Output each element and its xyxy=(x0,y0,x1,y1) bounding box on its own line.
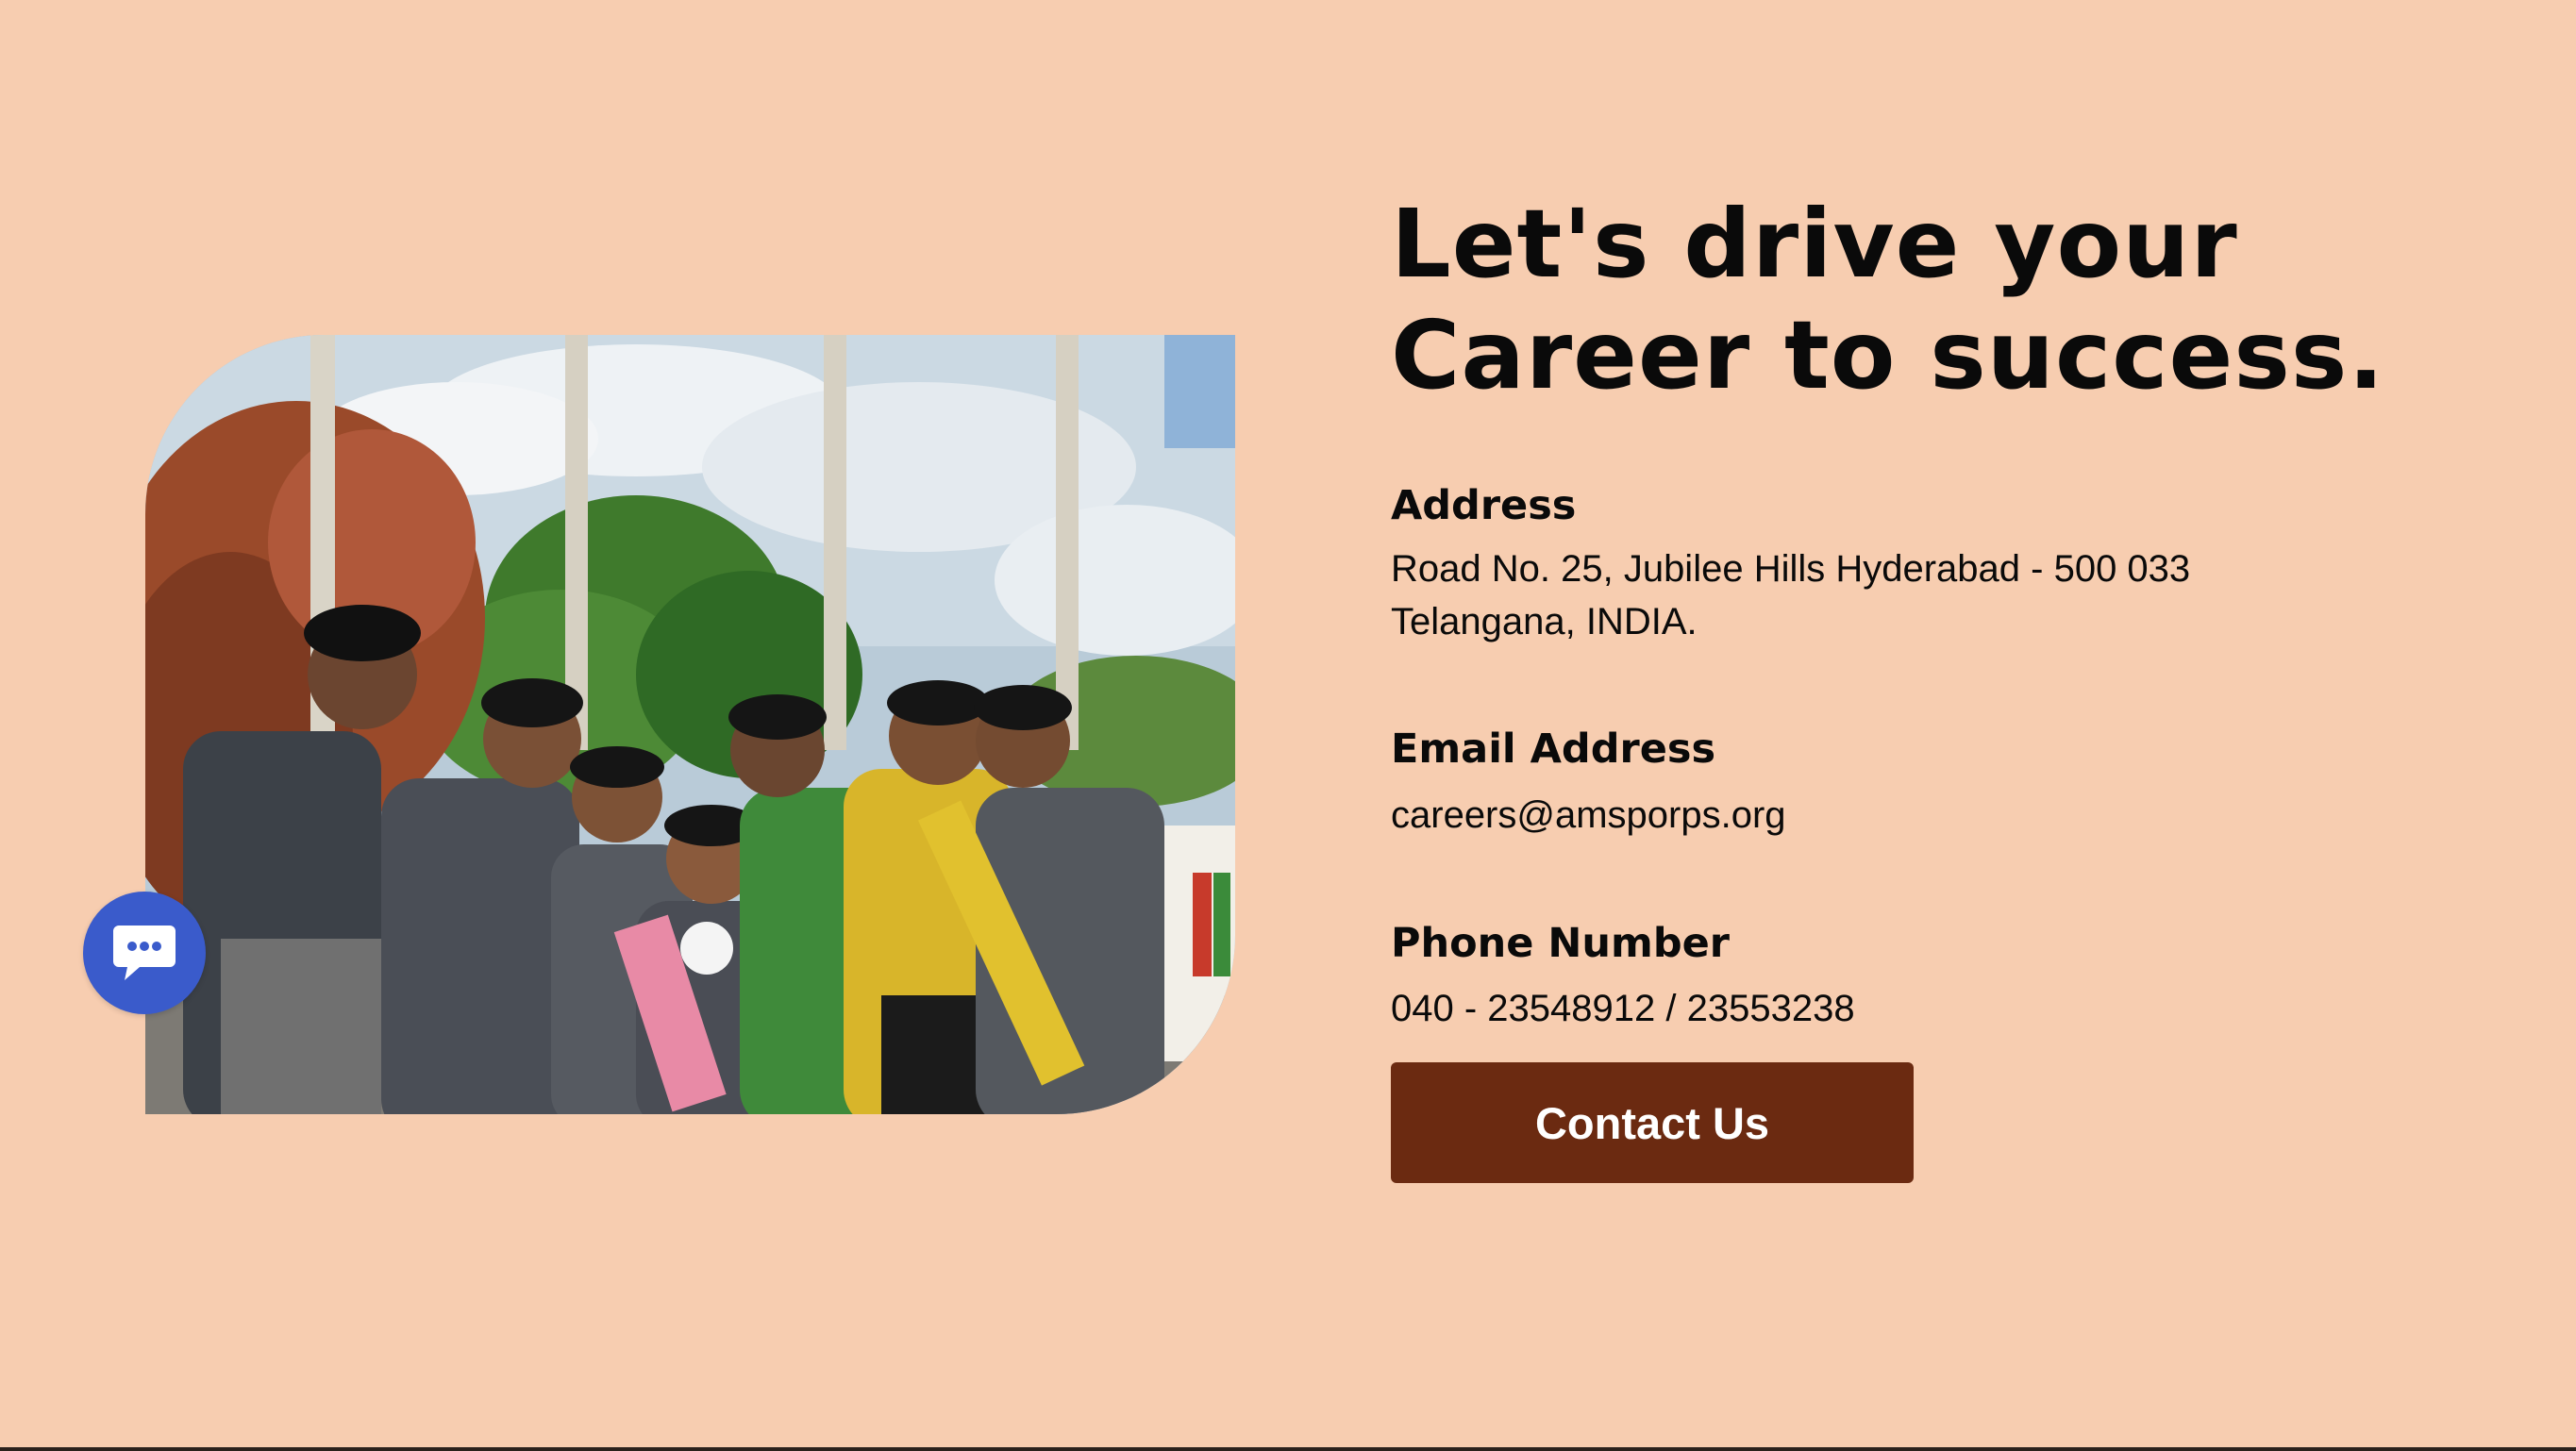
headline-line-2: Career to success. xyxy=(1391,300,2385,410)
headline-line-1: Let's drive your xyxy=(1391,189,2238,299)
bottom-divider xyxy=(0,1447,2576,1451)
address-label: Address xyxy=(1391,482,1577,529)
chat-button[interactable] xyxy=(83,892,206,1014)
contact-us-button[interactable]: Contact Us xyxy=(1391,1062,1914,1183)
students-group-photo xyxy=(145,335,1235,1114)
career-contact-section: Let's drive your Career to success. Addr… xyxy=(1391,189,2476,1183)
address-line-2: Telangana, INDIA. xyxy=(1391,601,1698,642)
phone-label: Phone Number xyxy=(1391,920,1730,967)
email-label: Email Address xyxy=(1391,726,1716,773)
phone-value[interactable]: 040 - 23548912 / 23553238 xyxy=(1391,982,1855,1035)
email-value[interactable]: careers@amsporps.org xyxy=(1391,789,1786,842)
page-headline: Let's drive your Career to success. xyxy=(1391,189,2476,411)
chat-bubble-icon xyxy=(113,926,176,980)
address-line-1: Road No. 25, Jubilee Hills Hyderabad - 5… xyxy=(1391,548,2191,590)
